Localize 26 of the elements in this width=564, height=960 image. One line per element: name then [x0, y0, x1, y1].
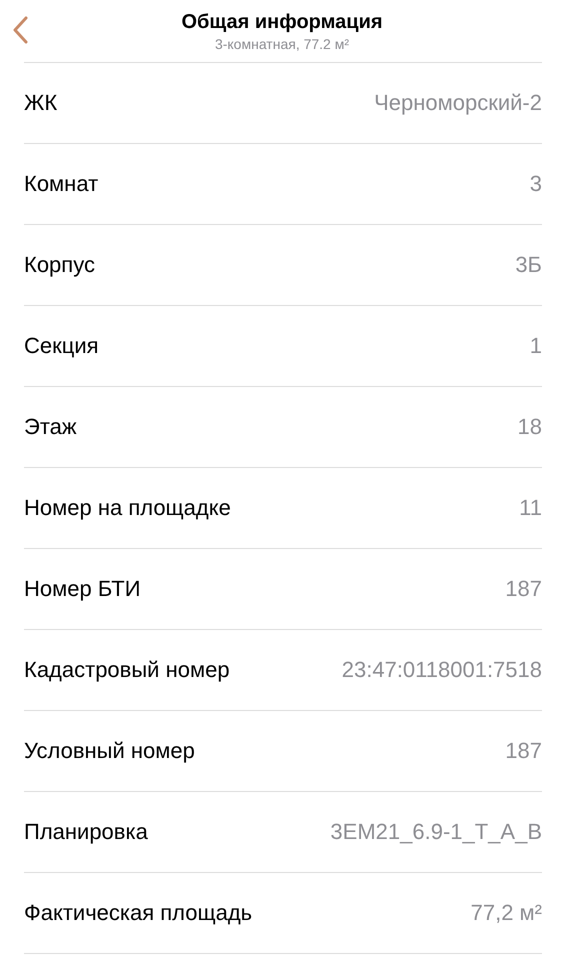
- field-label: ЖК: [24, 90, 58, 116]
- field-label: Номер на площадке: [24, 495, 231, 521]
- field-value: 3ЕМ21_6.9-1_Т_А_В: [330, 819, 542, 845]
- field-label: Кадастровый номер: [24, 657, 230, 683]
- screen-subtitle: 3-комнатная, 77.2 м²: [214, 36, 350, 52]
- field-value: 187: [505, 576, 542, 602]
- field-label: Этаж: [24, 414, 77, 440]
- field-value: Черноморский-2: [374, 90, 542, 116]
- screen-title: Общая информация: [181, 10, 383, 34]
- field-value: 3: [530, 171, 542, 197]
- back-button[interactable]: [12, 16, 28, 44]
- field-value: 11: [519, 495, 542, 521]
- field-value: 187: [505, 738, 542, 764]
- field-label: Корпус: [24, 252, 95, 278]
- field-value: 77,2 м²: [470, 900, 542, 926]
- field-label: Комнат: [24, 171, 98, 197]
- back-icon: [12, 16, 28, 44]
- field-value: 23:47:0118001:7518: [342, 657, 542, 683]
- field-value: 1: [530, 333, 542, 359]
- field-label: Планировка: [24, 819, 148, 845]
- field-value: 18: [518, 414, 542, 440]
- field-label: Условный номер: [24, 738, 195, 764]
- field-label: Номер БТИ: [24, 576, 141, 602]
- field-value: 3Б: [515, 252, 542, 278]
- field-label: Фактическая площадь: [24, 900, 252, 926]
- field-label: Секция: [24, 333, 99, 359]
